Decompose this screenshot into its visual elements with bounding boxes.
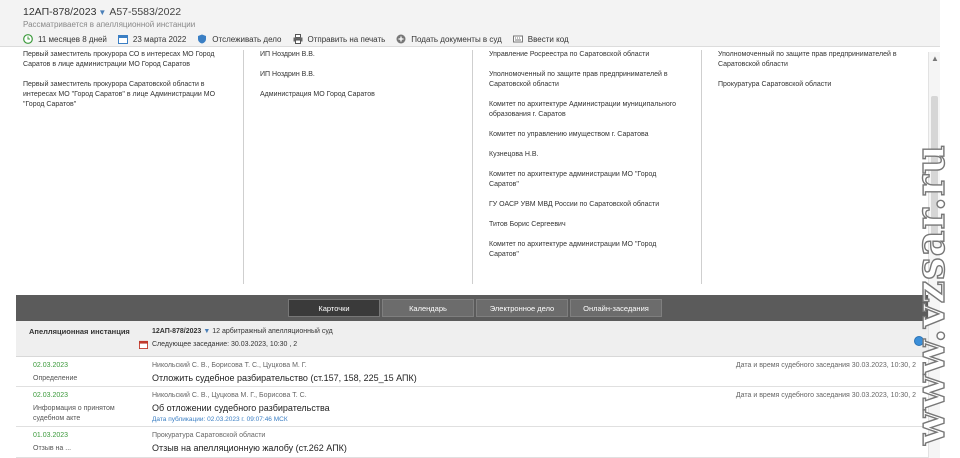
list-item[interactable]: 02.03.2023 Информация о принятом судебно… bbox=[16, 387, 928, 427]
shield-icon bbox=[198, 34, 207, 44]
event-judges: Никольский С. В., Борисова Т. С., Цуцков… bbox=[152, 362, 307, 369]
track-case-label: Отслеживать дело bbox=[212, 34, 282, 44]
instance-court: 12 арбитражный апелляционный суд bbox=[212, 328, 333, 335]
toolbar-date: 23 марта 2022 bbox=[117, 34, 187, 44]
tab-calendar[interactable]: Календарь bbox=[382, 299, 474, 317]
other-party-item[interactable]: Прокуратура Саратовской области bbox=[718, 80, 902, 90]
event-judges: Никольский С. В., Цуцкова М. Г., Борисов… bbox=[152, 392, 307, 399]
third-parties-column: Управление Росреестра по Саратовской обл… bbox=[473, 50, 702, 284]
event-date: 02.03.2023 bbox=[33, 392, 69, 399]
event-type: Определение bbox=[33, 375, 78, 382]
event-title[interactable]: Об отложении судебного разбирательства bbox=[152, 403, 330, 413]
others-column: Уполномоченный по защите прав предприним… bbox=[702, 50, 923, 284]
third-party-item[interactable]: ГУ ОАСР УВМ МВД России по Саратовской об… bbox=[489, 200, 683, 210]
watermark-text: www.vzsar.ru bbox=[907, 144, 954, 446]
third-party-item[interactable]: Комитет по архитектуре администрации МО … bbox=[489, 240, 683, 260]
alt-case-number: А57-5583/2022 bbox=[109, 6, 182, 18]
third-party-item[interactable]: Уполномоченный по защите прав предприним… bbox=[489, 70, 683, 90]
chevron-down-icon[interactable]: ▼ bbox=[98, 8, 106, 17]
enter-code-button[interactable]: Ввести код bbox=[512, 34, 569, 44]
third-party-item[interactable]: Комитет по архитектуре администрации МО … bbox=[489, 170, 683, 190]
printer-icon bbox=[293, 34, 302, 44]
instance-label: Апелляционная инстанция bbox=[29, 327, 130, 336]
plaintiffs-column: Первый заместитель прокурора СО в интере… bbox=[23, 50, 244, 284]
calendar-icon bbox=[139, 340, 148, 349]
case-number[interactable]: 12АП-878/2023 bbox=[23, 6, 96, 18]
next-session-label: Следующее заседание: 30.03.2023, 10:30 ,… bbox=[152, 341, 298, 348]
chevron-down-icon[interactable]: ▼ bbox=[203, 328, 210, 335]
case-events-list: 02.03.2023 Определение Никольский С. В.,… bbox=[16, 357, 928, 458]
case-card-page: 12АП-878/2023 ▼ А57-5583/2022 Рассматривае… bbox=[0, 0, 960, 458]
defendants-column: ИП Ноздрин В.В. ИП Ноздрин В.В. Админист… bbox=[244, 50, 473, 284]
tab-online-sessions[interactable]: Онлайн-заседания bbox=[570, 299, 662, 317]
calendar-icon bbox=[117, 35, 128, 44]
submit-documents-label: Подать документы в суд bbox=[411, 34, 502, 44]
instance-case: 12АП-878/2023 ▼ 12 арбитражный апелляционн… bbox=[152, 328, 333, 335]
clock-icon bbox=[23, 34, 33, 44]
tab-electronic-case[interactable]: Электронное дело bbox=[476, 299, 568, 317]
event-date: 02.03.2023 bbox=[33, 362, 69, 369]
third-party-item[interactable]: Управление Росреестра по Саратовской обл… bbox=[489, 50, 683, 60]
list-item[interactable]: 02.03.2023 Определение Никольский С. В.,… bbox=[16, 357, 928, 387]
defendant-item[interactable]: ИП Ноздрин В.В. bbox=[260, 70, 472, 80]
case-tabs: Карточки Календарь Электронное дело Онла… bbox=[16, 295, 928, 321]
case-parties: Первый заместитель прокурора СО в интере… bbox=[23, 50, 923, 284]
toolbar-duration: 11 месяцев 8 дней bbox=[23, 34, 107, 44]
instance-case-number[interactable]: 12АП-878/2023 bbox=[152, 328, 201, 335]
third-party-item[interactable]: Комитет по архитектуре Администрации мун… bbox=[489, 100, 683, 120]
case-status-subtitle: Рассматривается в апелляционной инстанци… bbox=[23, 20, 196, 29]
defendant-item[interactable]: Администрация МО Город Саратов bbox=[260, 90, 472, 100]
enter-code-label: Ввести код bbox=[527, 34, 569, 44]
toolbar-date-label: 23 марта 2022 bbox=[132, 34, 187, 44]
scroll-up-arrow-icon[interactable]: ▲ bbox=[931, 54, 939, 63]
print-button[interactable]: Отправить на печать bbox=[293, 34, 386, 44]
plaintiff-item[interactable]: Первый заместитель прокурора Саратовской… bbox=[23, 80, 223, 110]
submit-documents-button[interactable]: Подать документы в суд bbox=[396, 34, 502, 44]
plaintiff-item[interactable]: Первый заместитель прокурора СО в интере… bbox=[23, 50, 223, 70]
case-title-line: 12АП-878/2023 ▼ А57-5583/2022 bbox=[23, 6, 181, 18]
third-party-item[interactable]: Титов Борис Сергеевич bbox=[489, 220, 683, 230]
watermark: www.vzsar.ru bbox=[906, 143, 954, 446]
toolbar-duration-label: 11 месяцев 8 дней bbox=[38, 34, 107, 44]
event-type: Информация о принятом судебном акте bbox=[33, 405, 115, 422]
third-party-item[interactable]: Кузнецова Н.В. bbox=[489, 150, 683, 160]
print-label: Отправить на печать bbox=[307, 34, 386, 44]
instance-header: Апелляционная инстанция 12АП-878/2023 ▼ 12… bbox=[16, 321, 928, 357]
event-judges: Прокуратура Саратовской области bbox=[152, 432, 266, 439]
track-case-button[interactable]: Отслеживать дело bbox=[197, 34, 282, 44]
event-title[interactable]: Отзыв на апелляционную жалобу (ст.262 АП… bbox=[152, 443, 347, 453]
list-item[interactable]: 01.03.2023 Отзыв на ... Прокуратура Сара… bbox=[16, 427, 928, 458]
third-party-item[interactable]: Комитет по управлению имуществом г. Сара… bbox=[489, 130, 683, 140]
submit-icon bbox=[396, 34, 406, 44]
event-session: Дата и время судебного заседания 30.03.2… bbox=[735, 362, 916, 369]
event-type: Отзыв на ... bbox=[33, 445, 72, 452]
case-header: 12АП-878/2023 ▼ А57-5583/2022 Рассматривае… bbox=[0, 0, 940, 47]
event-title[interactable]: Отложить судебное разбирательство (ст.15… bbox=[152, 373, 417, 383]
code-icon bbox=[512, 35, 523, 43]
other-party-item[interactable]: Уполномоченный по защите прав предприним… bbox=[718, 50, 902, 70]
tab-cards[interactable]: Карточки bbox=[288, 299, 380, 317]
next-session: Следующее заседание: 30.03.2023, 10:30 ,… bbox=[139, 340, 297, 349]
event-date: 01.03.2023 bbox=[33, 432, 69, 439]
event-publication-date: Дата публикации: 02.03.2023 г. 09:07:46 … bbox=[152, 416, 288, 423]
event-session: Дата и время судебного заседания 30.03.2… bbox=[735, 392, 916, 399]
defendant-item[interactable]: ИП Ноздрин В.В. bbox=[260, 50, 472, 60]
case-toolbar: 11 месяцев 8 дней 23 марта 2022 Отслежив… bbox=[23, 34, 580, 44]
